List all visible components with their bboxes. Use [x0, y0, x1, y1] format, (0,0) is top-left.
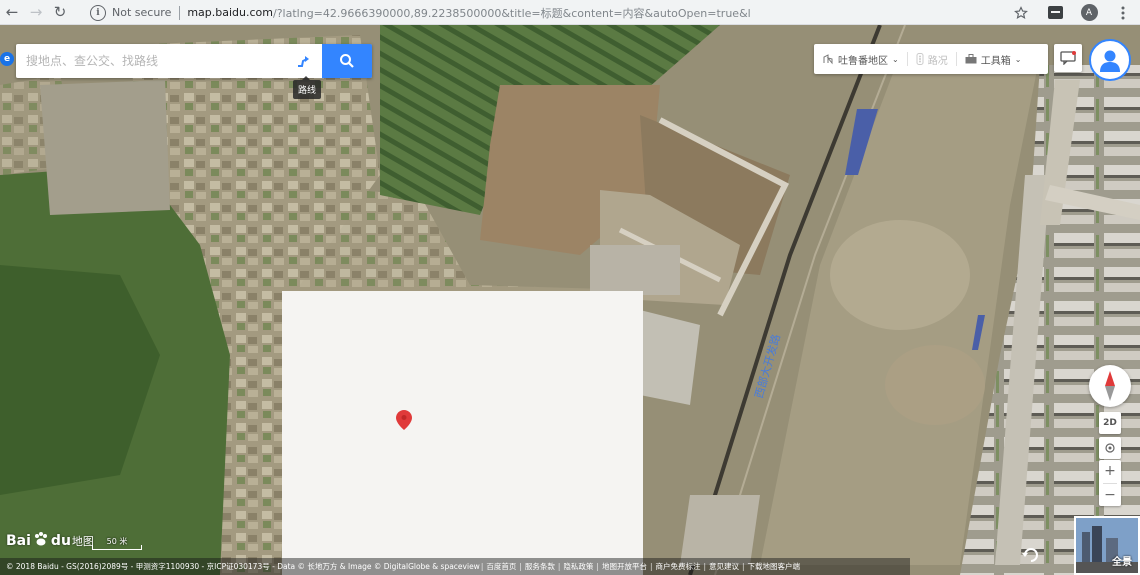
scale-line [92, 545, 142, 550]
chevron-down-icon: ⌄ [1014, 54, 1022, 64]
locate-icon [1105, 443, 1115, 453]
city-selector[interactable]: 吐鲁番地区 ⌄ [814, 44, 907, 74]
toolbox-label: 工具箱 [980, 55, 1011, 67]
copyright-bar: © 2018 Baidu - GS(2016)2089号 - 甲测资字11009… [0, 558, 910, 575]
rotate-icon[interactable] [1021, 545, 1041, 565]
chevron-down-icon: ⌄ [892, 54, 899, 64]
route-tooltip: 路线 [293, 76, 322, 99]
address-bar[interactable]: i Not secure map.baidu.com /?latlng=42.9… [90, 2, 1036, 23]
logo-text-cn: 地图 [71, 535, 94, 548]
toolbox-menu[interactable]: 工具箱 ⌄ [957, 44, 1030, 74]
search-input-wrapper [16, 44, 322, 78]
reload-icon[interactable]: ↻ [48, 0, 72, 24]
forward-arrow-icon[interactable]: → [24, 0, 48, 24]
route-button[interactable] [288, 44, 318, 78]
footer-link-privacy[interactable]: 隐私政策 [563, 561, 593, 572]
zoom-in-button[interactable]: + [1099, 460, 1121, 483]
traffic-light-icon [916, 53, 924, 65]
profile-avatar: A [1080, 4, 1098, 21]
search-input[interactable] [16, 45, 288, 77]
security-label: Not secure [112, 6, 172, 19]
user-avatar-button[interactable] [1089, 39, 1131, 81]
back-arrow-icon[interactable]: ← [0, 0, 24, 24]
footer-link-home[interactable]: 百度首页 [486, 561, 516, 572]
extension-icon[interactable] [1038, 0, 1072, 25]
edge-shortcut-icon[interactable]: e [0, 52, 14, 66]
search-icon [340, 54, 354, 68]
paw-icon [33, 531, 49, 551]
city-name: 吐鲁番地区 [838, 55, 888, 67]
2d-toggle-button[interactable]: 2D [1099, 412, 1121, 434]
address-divider [179, 5, 181, 20]
copyright-text: © 2018 Baidu - GS(2016)2089号 - 甲测资字11009… [6, 562, 480, 571]
footer-link-merchant[interactable]: 商户免费标注 [655, 561, 700, 572]
map-canvas[interactable]: 西部大开发路 e 路线 吐鲁番地区 ⌄ 路况 [0, 25, 1140, 575]
footer-link-terms[interactable]: 服务条款 [525, 561, 555, 572]
scale-bar: 50 米 [92, 536, 142, 550]
message-icon [1060, 51, 1076, 65]
map-toolbar: 吐鲁番地区 ⌄ 路况 工具箱 ⌄ [814, 44, 1048, 74]
baidu-map-logo[interactable]: Bai du 地图 [6, 531, 94, 551]
browser-toolbar: ← → ↻ i Not secure map.baidu.com /?latln… [0, 0, 1140, 25]
url-host: map.baidu.com [187, 6, 274, 19]
url-path: /?latlng=42.9666390000,89.2238500000&tit… [273, 6, 751, 20]
city-icon [823, 54, 833, 65]
star-icon[interactable] [1004, 0, 1038, 25]
route-icon [298, 56, 309, 67]
traffic-label: 路况 [927, 55, 948, 67]
search-button[interactable] [322, 44, 372, 78]
user-icon [1100, 50, 1120, 72]
logo-text-a: Bai [6, 533, 31, 549]
compass-icon [1105, 371, 1115, 401]
search-box [16, 44, 372, 78]
message-button[interactable] [1054, 44, 1082, 72]
locate-button[interactable] [1099, 437, 1121, 459]
traffic-toggle[interactable]: 路况 [908, 44, 956, 74]
zoom-control: + − [1099, 460, 1121, 506]
unloaded-map-tile [282, 291, 643, 575]
logo-text-b: du [50, 533, 71, 549]
browser-actions: A [1004, 0, 1140, 25]
footer-link-feedback[interactable]: 意见建议 [709, 561, 739, 572]
footer-link-download[interactable]: 下载地图客户端 [748, 561, 801, 572]
kebab-menu-icon[interactable] [1106, 0, 1140, 25]
location-marker-icon[interactable] [396, 410, 412, 430]
info-icon[interactable]: i [90, 4, 106, 21]
panorama-thumbnail[interactable]: 全景 [1074, 516, 1140, 575]
toolbox-icon [965, 54, 977, 64]
zoom-out-button[interactable]: − [1099, 484, 1121, 507]
footer-link-open-platform[interactable]: 地图开放平台 [602, 561, 647, 572]
compass-button[interactable] [1089, 365, 1131, 407]
profile-button[interactable]: A [1072, 0, 1106, 25]
panorama-label: 全景 [1112, 557, 1132, 568]
